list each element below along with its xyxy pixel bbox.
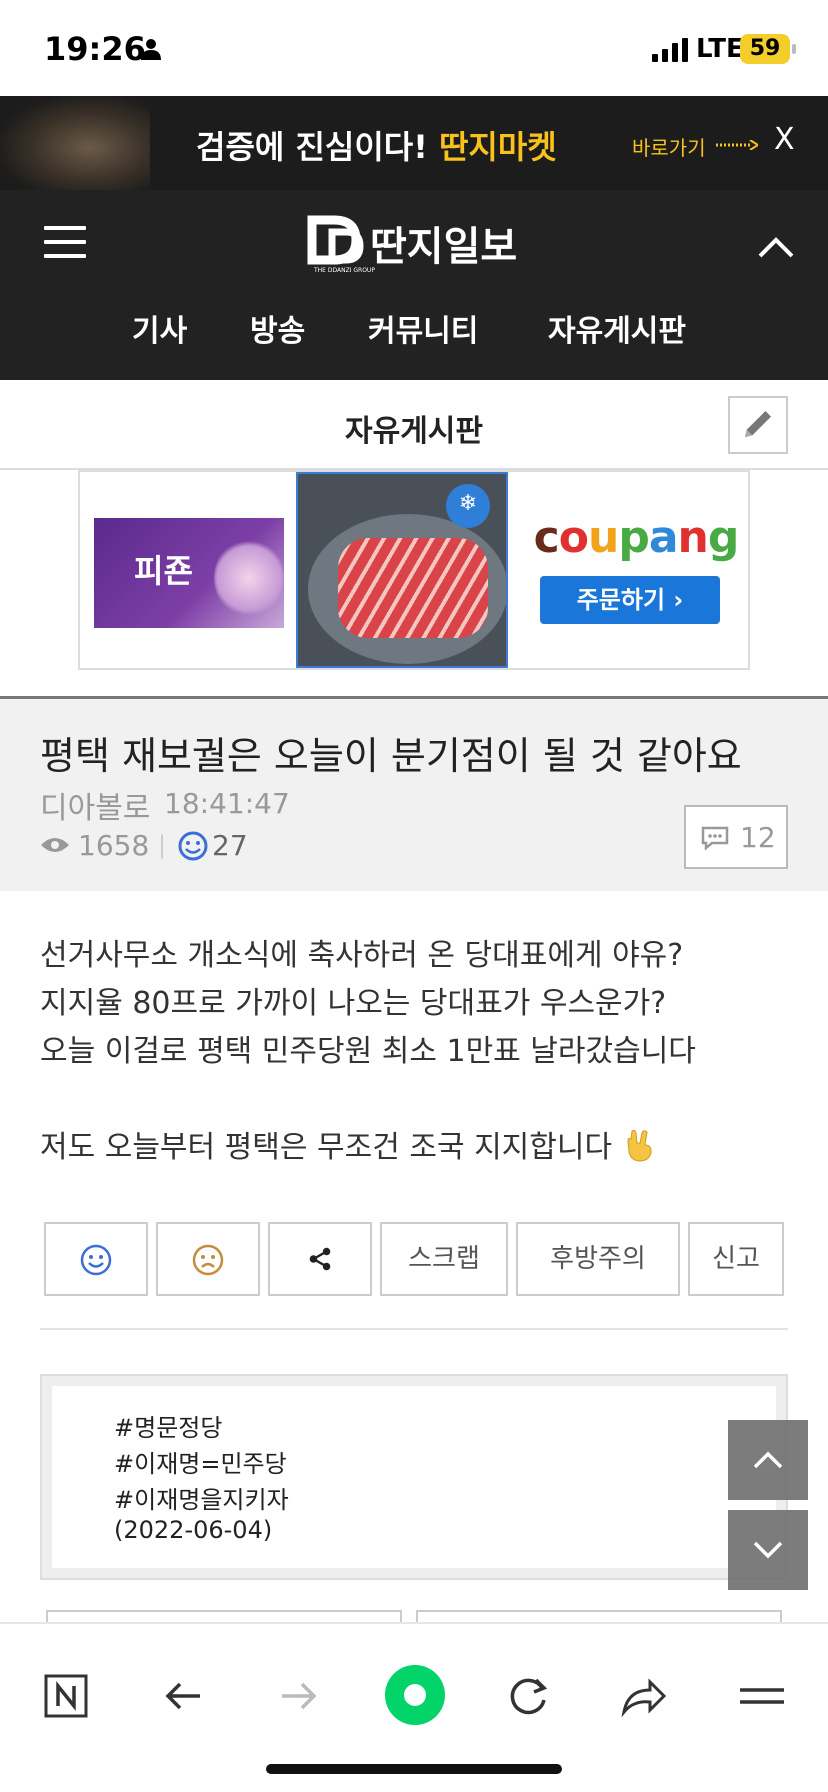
ad-product-detergent-text: 피죤 <box>134 552 193 590</box>
ad-brand: 딴지마켓 <box>438 128 557 166</box>
post-actions: 스크랩 후방주의 신고 <box>44 1222 784 1296</box>
ad-flower-image <box>214 538 284 618</box>
post-body-last-line: 저도 오늘부터 평택은 무조건 조국 지지합니다 <box>40 1124 800 1172</box>
comment-icon <box>701 826 729 851</box>
post-body-line: 저도 오늘부터 평택은 무조건 조국 지지합니다 <box>40 1130 613 1165</box>
ad-message: 검증에 진심이다! 딴지마켓 <box>196 122 557 168</box>
post-views: 1658 <box>78 829 150 862</box>
ad-message-text: 검증에 진심이다! <box>196 128 428 166</box>
like-button[interactable] <box>44 1222 148 1296</box>
logo-subtext: THE DDANZI GROUP <box>313 267 375 274</box>
hamburger-menu-icon[interactable] <box>44 226 86 260</box>
frown-icon <box>192 1244 224 1276</box>
ad-meat-image <box>338 538 488 638</box>
person-icon <box>141 39 161 60</box>
post-body-line: 오늘 이걸로 평택 민주당원 최소 1만표 날라갔습니다 <box>40 1034 696 1069</box>
tag-date: (2022-06-04) <box>114 1516 273 1544</box>
ad-product-meat[interactable]: ❄ <box>296 472 508 668</box>
comment-count: 12 <box>740 821 776 854</box>
main-nav: 기사 방송 커뮤니티 자유게시판 <box>0 288 828 358</box>
forward-arrow-icon[interactable] <box>270 1668 326 1724</box>
top-ad-banner[interactable]: 검증에 진심이다! 딴지마켓 바로가기 X <box>0 96 828 190</box>
rear-warning-button[interactable]: 후방주의 <box>516 1222 680 1296</box>
product-ad-block: 피죤 ❄ coupang 주문하기 › <box>78 470 750 670</box>
smile-icon <box>178 831 208 861</box>
tags-box-inner: #명문정당 #이재명=민주당 #이재명을지키자 (2022-06-04) <box>52 1386 776 1568</box>
rock-hand-emoji-icon <box>627 1129 652 1162</box>
site-header: THE DDANZI GROUP 딴지일보 기사 방송 커뮤니티 자유게시판 <box>0 190 828 380</box>
chevron-up-icon[interactable] <box>758 236 794 258</box>
smile-like-icon <box>80 1244 112 1276</box>
post-body-blank-line <box>40 1076 800 1124</box>
coupang-ad[interactable]: coupang 주문하기 › <box>524 472 748 668</box>
scroll-bottom-button[interactable] <box>728 1510 808 1590</box>
eye-icon <box>41 838 69 852</box>
nav-item-free-board[interactable]: 자유게시판 <box>548 306 686 350</box>
post-body: 선거사무소 개소식에 축사하러 온 당대표에게 야유? 지지율 80프로 가까이… <box>40 932 800 1172</box>
share-button[interactable] <box>268 1222 372 1296</box>
share-arrow-icon[interactable] <box>616 1668 672 1724</box>
green-dot-home-icon[interactable] <box>384 1664 446 1726</box>
site-logo[interactable]: THE DDANZI GROUP 딴지일보 <box>306 212 536 274</box>
share-icon <box>309 1247 331 1271</box>
scroll-top-button[interactable] <box>728 1420 808 1500</box>
post-likes: 27 <box>212 829 248 862</box>
board-title: 자유게시판 <box>345 414 483 449</box>
home-indicator <box>266 1764 562 1774</box>
status-time: 19:26 <box>44 30 146 68</box>
status-bar: 19:26 LTE 59 <box>0 0 828 96</box>
ad-close-button[interactable]: X <box>774 122 795 157</box>
battery-level: 59 <box>740 34 790 64</box>
coupang-order-button[interactable]: 주문하기 › <box>540 576 720 624</box>
board-title-bar: 자유게시판 <box>0 380 828 470</box>
tag-item: #이재명=민주당 <box>114 1450 287 1478</box>
post-body-line: 선거사무소 개소식에 축사하러 온 당대표에게 야유? <box>40 938 684 973</box>
network-label: LTE <box>696 34 744 64</box>
report-button[interactable]: 신고 <box>688 1222 784 1296</box>
frozen-badge-icon: ❄ <box>446 484 490 528</box>
back-arrow-icon[interactable] <box>156 1668 212 1724</box>
post-author[interactable]: 디아볼로 <box>40 783 150 827</box>
nav-item-articles[interactable]: 기사 <box>132 306 187 350</box>
post-header: 평택 재보궐은 오늘이 분기점이 될 것 같아요 디아볼로 18:41:47 1… <box>0 699 828 891</box>
ad-face-image <box>0 96 150 190</box>
chevron-up-icon <box>753 1451 783 1469</box>
section-divider <box>40 1328 788 1330</box>
ad-go-link[interactable]: 바로가기 <box>632 132 706 161</box>
logo-text: 딴지일보 <box>370 224 518 270</box>
nav-item-community[interactable]: 커뮤니티 <box>368 306 478 350</box>
tag-item: #명문정당 <box>114 1414 223 1442</box>
scrap-button[interactable]: 스크랩 <box>380 1222 508 1296</box>
signal-icon <box>652 38 688 62</box>
tags-box: #명문정당 #이재명=민주당 #이재명을지키자 (2022-06-04) <box>40 1374 788 1580</box>
coupang-logo: coupang <box>533 512 740 563</box>
comment-count-button[interactable]: 12 <box>684 805 788 869</box>
post-time: 18:41:47 <box>164 787 290 820</box>
pencil-icon <box>744 411 772 438</box>
nav-item-broadcast[interactable]: 방송 <box>250 306 305 350</box>
chevron-down-icon <box>753 1541 783 1559</box>
ad-product-detergent[interactable]: 피죤 <box>94 518 284 628</box>
ad-arrows-icon <box>716 140 758 150</box>
naver-n-icon[interactable] <box>38 1668 94 1724</box>
tag-item: #이재명을지키자 <box>114 1486 289 1514</box>
post-title: 평택 재보궐은 오늘이 분기점이 될 것 같아요 <box>40 734 742 778</box>
post-body-line: 지지율 80프로 가까이 나오는 당대표가 우스운가? <box>40 986 667 1021</box>
menu-icon[interactable] <box>734 1668 790 1724</box>
meta-separator: | <box>158 831 167 859</box>
dislike-button[interactable] <box>156 1222 260 1296</box>
refresh-icon[interactable] <box>500 1668 556 1724</box>
write-button[interactable] <box>728 396 788 454</box>
battery-cap <box>792 44 796 54</box>
